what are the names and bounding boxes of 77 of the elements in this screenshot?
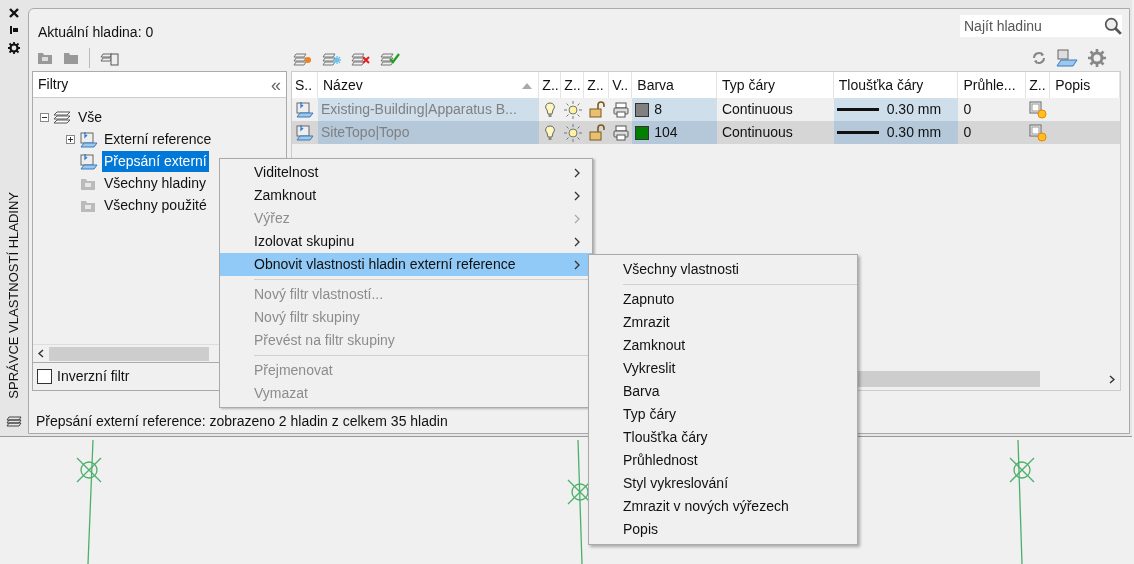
collapse-icon[interactable]: [40, 112, 49, 122]
lock-icon[interactable]: [588, 101, 605, 118]
set-current-icon[interactable]: [380, 50, 400, 66]
chevron-icon: [574, 167, 580, 178]
lineweight-sample: [836, 108, 879, 111]
printer-icon[interactable]: [612, 101, 629, 118]
layers-icon: [6, 414, 22, 428]
search-icon[interactable]: [1104, 15, 1122, 37]
menu-item[interactable]: Styl vykreslování: [589, 472, 857, 495]
search-field[interactable]: Najít hladinu: [960, 15, 1104, 37]
menu-item[interactable]: Tloušťka čáry: [589, 426, 857, 449]
lock-icon[interactable]: [588, 124, 605, 141]
printer-icon[interactable]: [612, 124, 629, 141]
settings-icon[interactable]: [8, 42, 20, 54]
table-cell[interactable]: 0: [958, 121, 1027, 144]
menu-item[interactable]: Typ čáry: [589, 403, 857, 426]
folder-icon[interactable]: [63, 51, 79, 65]
status-text: Přepsání externí reference: zobrazeno 2 hladin z celkem 35 hladin: [36, 412, 448, 431]
new-layer-frozen-icon[interactable]: [322, 50, 342, 66]
menu-item[interactable]: Zamknout: [589, 334, 857, 357]
new-layer-icon[interactable]: [293, 50, 313, 66]
refresh-icon[interactable]: [1032, 51, 1046, 65]
delete-layer-icon[interactable]: [351, 50, 371, 66]
chevron-icon: [574, 213, 580, 224]
table-row[interactable]: SiteTopo|Topo 104 Continuous 0.30 mm 0: [292, 121, 1120, 144]
menu-item[interactable]: Vykreslit: [589, 357, 857, 380]
sun-icon[interactable]: [563, 100, 582, 119]
xref-icon: [295, 101, 315, 118]
menu-item[interactable]: Barva: [589, 380, 857, 403]
menu-item[interactable]: Obnovit vlastnosti hladin externí reference: [220, 253, 592, 276]
color-swatch[interactable]: [635, 102, 650, 117]
table-cell-text: 0.30 mm: [886, 123, 942, 142]
close-icon[interactable]: [9, 8, 19, 18]
checkbox[interactable]: [37, 369, 52, 384]
menu-item[interactable]: Popis: [589, 518, 857, 541]
tree-item[interactable]: Všechny použité: [102, 194, 209, 216]
menu-item[interactable]: Zamknout: [220, 184, 592, 207]
menu-item[interactable]: Zapnuto: [589, 288, 857, 311]
xref-icon: [79, 130, 98, 148]
menu-item[interactable]: Všechny vlastnosti: [589, 258, 857, 281]
panel-title: Filtry: [38, 75, 69, 94]
table-cell[interactable]: Continuous: [716, 121, 834, 144]
layer-states-icon[interactable]: [100, 50, 120, 66]
collapse-button[interactable]: «: [271, 75, 281, 94]
tree-item[interactable]: Vše: [76, 106, 105, 128]
xref-icon: [295, 124, 315, 141]
tree-item[interactable]: Přepsání externí: [102, 150, 209, 172]
table-cell-text: 0.30 mm: [886, 100, 942, 119]
table-cell-text: 8: [654, 100, 662, 119]
vp-freeze-icon[interactable]: [1029, 100, 1048, 119]
chevron-icon: [574, 190, 580, 201]
table-cell-text: 104: [654, 123, 678, 142]
menu-item[interactable]: Průhlednost: [589, 449, 857, 472]
menu-item[interactable]: Izolovat skupinu: [220, 230, 592, 253]
chevron-icon: [574, 236, 580, 247]
current-layer-label: Aktuální hladina: 0: [38, 23, 154, 42]
chevron-icon: [574, 259, 580, 270]
pin-icon[interactable]: [9, 25, 19, 35]
sun-icon[interactable]: [563, 123, 582, 142]
menu-item[interactable]: Zmrazit v nových výřezech: [589, 495, 857, 518]
menu-item[interactable]: Viditelnost: [220, 161, 592, 184]
table-cell[interactable]: Continuous: [716, 98, 834, 121]
folder-icon[interactable]: [37, 51, 53, 65]
bulb-icon[interactable]: [544, 124, 557, 141]
table-cell[interactable]: 0: [958, 98, 1027, 121]
lineweight-sample: [836, 131, 879, 134]
layer-view-icon[interactable]: [1056, 49, 1078, 67]
palette-title: SPRÁVCE VLASTNOSTÍ HLADINY: [5, 192, 23, 399]
layers-icon: [53, 108, 72, 126]
menu-item[interactable]: Zmrazit: [589, 311, 857, 334]
expand-icon[interactable]: [66, 134, 75, 144]
xref-icon: [79, 152, 98, 170]
bulb-icon[interactable]: [544, 101, 557, 118]
vp-freeze-icon[interactable]: [1029, 123, 1048, 142]
tree-item[interactable]: Všechny hladiny: [102, 172, 208, 194]
color-swatch[interactable]: [635, 125, 650, 140]
tree-item[interactable]: Externí reference: [102, 128, 214, 150]
